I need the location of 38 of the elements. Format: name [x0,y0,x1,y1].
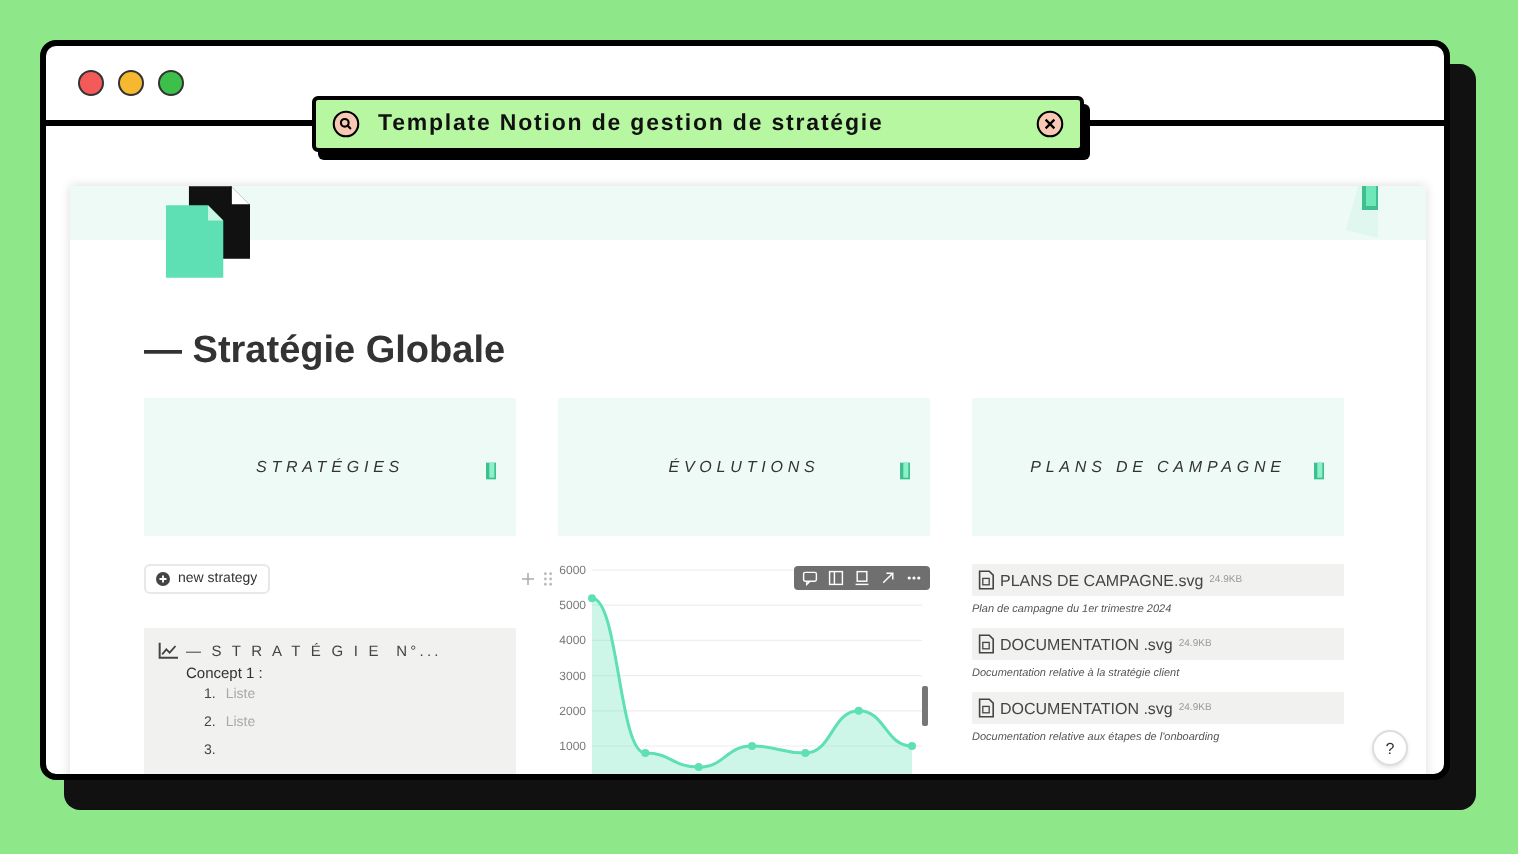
book-icon [1314,462,1324,480]
help-button[interactable]: ? [1372,730,1408,766]
category-card[interactable]: ÉVOLUTIONS [558,398,930,536]
card-label: ÉVOLUTIONS [668,458,820,476]
minimize-dot-icon[interactable] [118,70,144,96]
card-label: PLANS DE CAMPAGNE [1030,458,1286,476]
file-icon [978,570,994,590]
data-point [641,749,650,758]
file-icon [978,698,994,718]
comment-icon[interactable] [802,570,818,586]
data-point [908,742,916,750]
file-name: DOCUMENTATION .svg [1000,635,1173,653]
book-icon [900,462,910,480]
drag-handle-icon[interactable] [542,572,554,586]
file-name: DOCUMENTATION .svg [1000,699,1173,717]
book-icon [486,462,496,480]
search-icon [332,110,360,138]
category-card[interactable]: PLANS DE CAMPAGNE [972,398,1344,536]
scrollbar-thumb[interactable] [922,686,928,726]
data-point [588,594,596,603]
maximize-dot-icon[interactable] [158,70,184,96]
data-point [854,706,863,715]
close-icon[interactable] [1036,110,1064,138]
data-point [748,742,756,750]
chart-icon [158,642,178,660]
data-point [801,749,810,758]
expand-arrow-icon[interactable] [880,570,896,586]
category-card[interactable]: STRATÉGIES [144,398,516,536]
layout-icon[interactable] [828,570,844,586]
plus-circle-icon [156,572,170,586]
data-point [694,763,703,772]
close-dot-icon[interactable] [78,70,104,96]
page-title: — Stratégie Globale [144,328,508,376]
book-icon [1342,186,1382,238]
card-label: STRATÉGIES [255,458,405,476]
file-name: PLANS DE CAMPAGNE.svg [1000,571,1204,589]
file-icon [978,634,994,654]
search-title: Template Notion de gestion de stratégie [378,112,884,136]
